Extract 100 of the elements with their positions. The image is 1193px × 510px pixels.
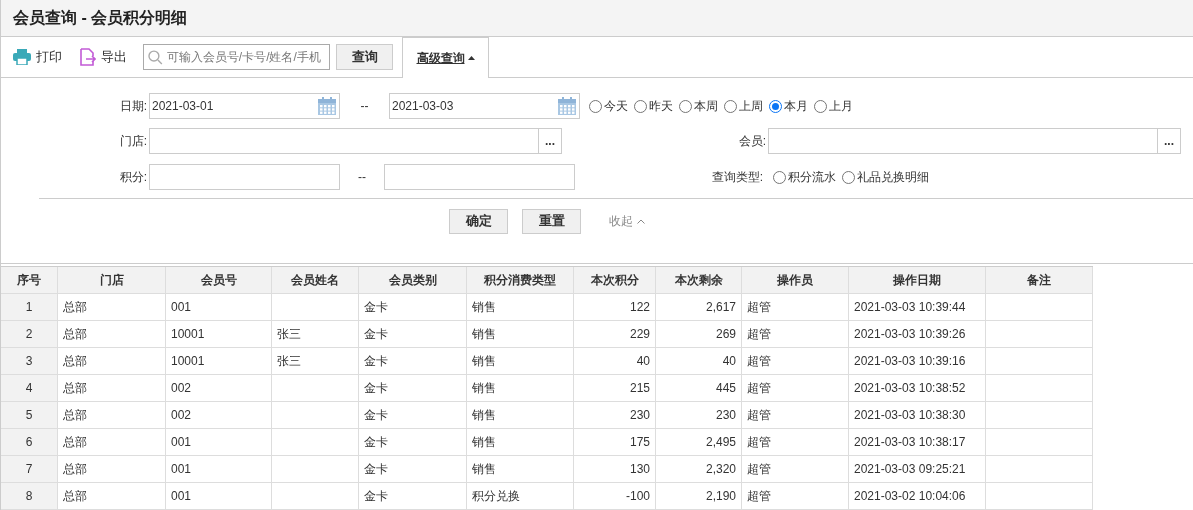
column-header[interactable]: 备注 [986,267,1093,293]
reset-button[interactable]: 重置 [522,208,581,234]
table-cell: 超管 [742,429,849,455]
table-cell: 金卡 [359,456,467,482]
table-cell: 销售 [467,348,574,374]
table-cell: 2,495 [656,429,742,455]
table-cell: 总部 [58,348,166,374]
table-cell: 2021-03-03 10:39:44 [849,294,986,320]
search-icon [148,49,163,65]
input-field[interactable] [149,164,340,190]
table-cell: 001 [166,483,272,509]
search-field[interactable]: 可输入会员号/卡号/姓名/手机 [143,44,330,70]
table-cell: 215 [574,375,656,401]
calendar-icon[interactable] [557,96,577,116]
window-title: 会员查询 - 会员积分明细 [13,8,188,28]
table-cell: 130 [574,456,656,482]
table-cell: 总部 [58,429,166,455]
column-header[interactable]: 会员号 [166,267,272,293]
table-cell: 金卡 [359,294,467,320]
table-cell: 229 [574,321,656,347]
radio-option[interactable]: 今天 [589,97,628,115]
table-cell: 超管 [742,375,849,401]
table-cell: 金卡 [359,429,467,455]
table-cell: 2021-03-03 09:25:21 [849,456,986,482]
date-field[interactable]: 2021-03-01 [149,93,340,119]
file-export-icon [80,48,96,66]
table-cell: 2021-03-03 10:38:17 [849,429,986,455]
column-header[interactable]: 积分消费类型 [467,267,574,293]
table-cell: 230 [656,402,742,428]
calendar-icon[interactable] [317,96,337,116]
confirm-button[interactable]: 确定 [449,208,508,234]
member-field[interactable]: ... [768,128,1181,154]
table-cell: 积分兑换 [467,483,574,509]
table-cell: 金卡 [359,483,467,509]
table-cell: 超管 [742,348,849,374]
table-cell: 超管 [742,402,849,428]
table-cell: 超管 [742,294,849,320]
column-header[interactable]: 序号 [1,267,58,293]
row-number: 7 [1,456,58,482]
table-cell: 40 [574,348,656,374]
print-button[interactable]: 打印 [13,47,62,67]
table-cell: 10001 [166,348,272,374]
row-number: 1 [1,294,58,320]
table-cell: 40 [656,348,742,374]
radio-option[interactable]: 昨天 [634,97,673,115]
table-cell: 销售 [467,294,574,320]
table-cell: 2021-03-03 10:39:16 [849,348,986,374]
table-cell: 2,320 [656,456,742,482]
table-cell: 总部 [58,483,166,509]
printer-icon [13,49,31,65]
table-cell: 张三 [272,348,359,374]
export-button[interactable]: 导出 [80,47,127,67]
row-number: 2 [1,321,58,347]
table-cell: 总部 [58,402,166,428]
table-cell: 销售 [467,402,574,428]
query-button[interactable]: 查询 [336,44,393,70]
table-cell: 001 [166,429,272,455]
table-cell: 张三 [272,321,359,347]
column-header[interactable]: 门店 [58,267,166,293]
row-number: 8 [1,483,58,509]
table-cell: -100 [574,483,656,509]
range-separator: -- [357,169,367,186]
table-cell: 2021-03-02 10:04:06 [849,483,986,509]
radio-option[interactable]: 上周 [724,97,763,115]
column-header[interactable]: 会员姓名 [272,267,359,293]
table-cell: 175 [574,429,656,455]
collapse-link[interactable]: 收起 [609,212,645,230]
column-header[interactable]: 操作日期 [849,267,986,293]
table-cell: 超管 [742,456,849,482]
column-header[interactable]: 会员类别 [359,267,467,293]
radio-option[interactable]: 本周 [679,97,718,115]
advanced-query-tab[interactable]: 高级查询 [402,37,489,78]
chevron-up-icon [637,218,645,224]
table-cell: 总部 [58,375,166,401]
row-number: 6 [1,429,58,455]
table-cell: 001 [166,456,272,482]
table-cell: 445 [656,375,742,401]
row-number: 5 [1,402,58,428]
table-cell: 金卡 [359,348,467,374]
store-field[interactable]: ... [149,128,562,154]
column-header[interactable]: 本次剩余 [656,267,742,293]
table-cell: 002 [166,402,272,428]
table-cell: 2,190 [656,483,742,509]
column-header[interactable]: 本次积分 [574,267,656,293]
radio-option[interactable]: 礼品兑换明细 [842,168,929,186]
input-field[interactable] [384,164,575,190]
table-cell: 总部 [58,321,166,347]
radio-option[interactable]: 本月 [769,97,808,115]
row-number: 4 [1,375,58,401]
date-field[interactable]: 2021-03-03 [389,93,580,119]
table-cell: 金卡 [359,375,467,401]
field-label: 积分: [118,169,148,186]
column-header[interactable]: 操作员 [742,267,849,293]
table-cell: 2,617 [656,294,742,320]
table-cell: 269 [656,321,742,347]
table-cell: 销售 [467,429,574,455]
table-cell: 销售 [467,321,574,347]
table-cell: 金卡 [359,321,467,347]
radio-option[interactable]: 积分流水 [773,168,836,186]
radio-option[interactable]: 上月 [814,97,853,115]
